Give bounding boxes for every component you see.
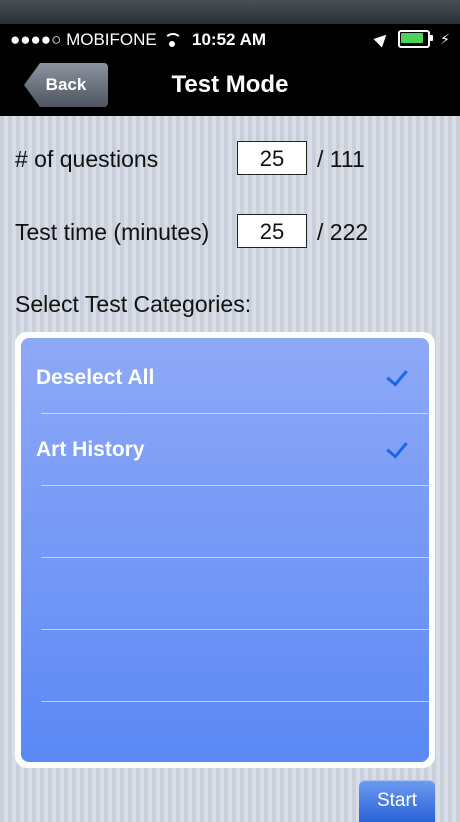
test-time-input[interactable]: 25	[237, 214, 307, 248]
top-glass-bar	[0, 0, 460, 24]
status-bar: ●●●●○ MOBIFONE 10:52 AM ⚡︎	[0, 24, 460, 56]
checkmark-icon	[386, 364, 408, 387]
test-time-label: Test time (minutes)	[15, 219, 210, 245]
categories-heading: Select Test Categories:	[15, 291, 252, 317]
charging-bolt-icon: ⚡︎	[440, 30, 450, 47]
list-item-empty	[21, 558, 429, 630]
list-item-empty	[21, 486, 429, 558]
categories-list: Deselect All Art History	[15, 332, 435, 768]
list-item-deselect-all[interactable]: Deselect All	[21, 342, 429, 414]
questions-label: # of questions	[15, 146, 159, 172]
list-item-label: Deselect All	[36, 366, 155, 389]
questions-input[interactable]: 25	[237, 141, 307, 175]
list-item-empty	[21, 630, 429, 702]
wifi-icon	[163, 33, 182, 47]
list-item-art-history[interactable]: Art History	[21, 414, 429, 486]
carrier-label: ●●●●○ MOBIFONE	[10, 30, 157, 49]
test-time-max: / 222	[317, 219, 369, 245]
start-button[interactable]: Start	[359, 780, 435, 822]
row-divider	[41, 701, 429, 702]
list-item-label: Art History	[36, 438, 145, 461]
status-right: ⚡︎	[373, 30, 450, 48]
navigation-bar: Test Mode Back	[0, 56, 460, 116]
status-time: 10:52 AM	[192, 30, 267, 49]
location-arrow-icon	[373, 30, 391, 48]
battery-icon	[398, 30, 434, 48]
back-button[interactable]: Back	[24, 63, 108, 107]
categories-list-inner: Deselect All Art History	[21, 338, 429, 762]
status-left: ●●●●○ MOBIFONE	[10, 30, 182, 50]
questions-max: / 111	[317, 146, 365, 172]
checkmark-icon	[386, 436, 408, 459]
